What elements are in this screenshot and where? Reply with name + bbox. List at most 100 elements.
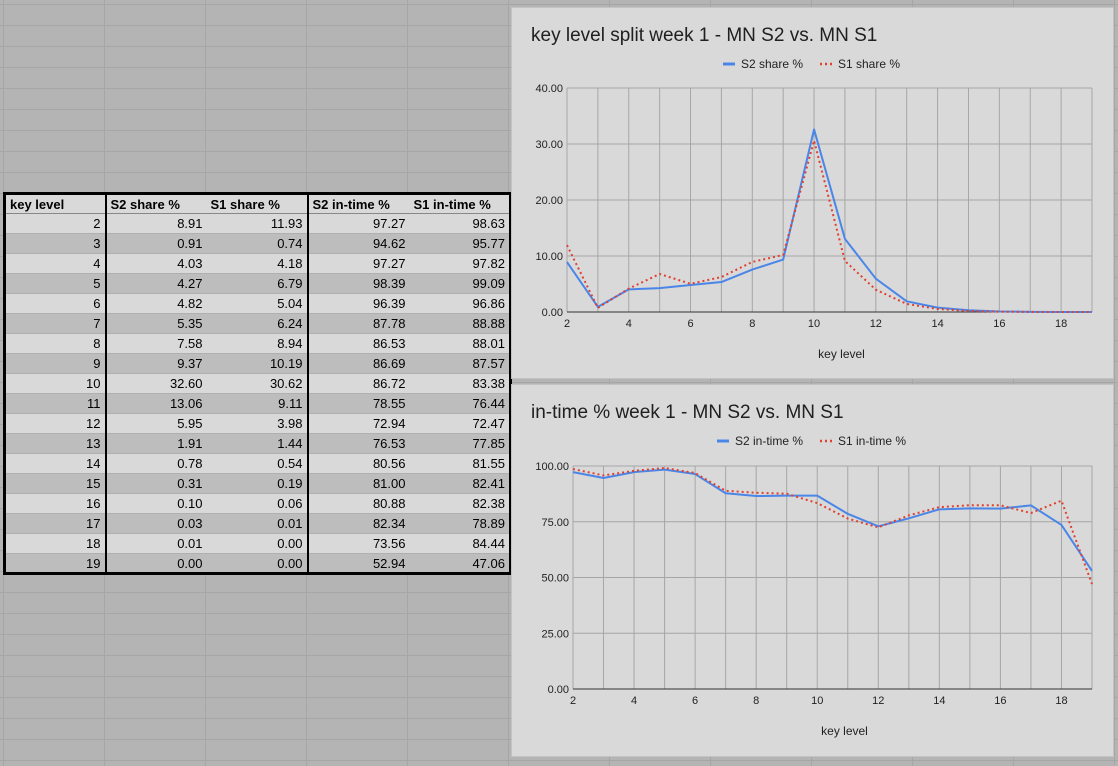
cell-s2-share[interactable]: 0.10 <box>104 493 207 514</box>
cell-s1-in-time[interactable]: 96.86 <box>409 293 511 314</box>
cell-s1-in-time[interactable]: 87.57 <box>409 353 511 374</box>
header-s1-share[interactable]: S1 share % <box>206 193 308 214</box>
cell-key-level[interactable]: 11 <box>4 393 106 414</box>
series-line-s1[interactable] <box>566 139 1092 313</box>
cell-key-level[interactable]: 18 <box>4 533 106 554</box>
cell-s2-in-time[interactable]: 52.94 <box>306 553 410 574</box>
cell-s1-share[interactable]: 8.94 <box>206 333 308 354</box>
cell-s2-share[interactable]: 0.01 <box>104 533 207 554</box>
cell-key-level[interactable]: 13 <box>4 433 106 454</box>
cell-s2-share[interactable]: 7.58 <box>104 333 207 354</box>
cell-s2-in-time[interactable]: 98.39 <box>306 273 410 294</box>
cell-s2-in-time[interactable]: 86.53 <box>306 333 410 354</box>
cell-s2-in-time[interactable]: 86.72 <box>306 373 410 394</box>
cell-s1-share[interactable]: 6.79 <box>206 273 308 294</box>
cell-s2-in-time[interactable]: 96.39 <box>306 293 410 314</box>
legend-label[interactable]: S2 share % <box>741 57 803 71</box>
share-chart[interactable]: key level split week 1 - MN S2 vs. MN S1… <box>511 7 1114 379</box>
cell-key-level[interactable]: 2 <box>4 213 106 234</box>
cell-s1-share[interactable]: 0.00 <box>206 533 308 554</box>
cell-key-level[interactable]: 16 <box>4 493 106 514</box>
cell-key-level[interactable]: 12 <box>4 413 106 434</box>
cell-s2-share[interactable]: 4.27 <box>104 273 207 294</box>
cell-key-level[interactable]: 7 <box>4 313 106 334</box>
cell-s2-in-time[interactable]: 97.27 <box>306 213 410 234</box>
in-time-chart[interactable]: in-time % week 1 - MN S2 vs. MN S1 0.00 2… <box>511 384 1114 757</box>
cell-s2-in-time[interactable]: 76.53 <box>306 433 410 454</box>
cell-s1-in-time[interactable]: 72.47 <box>409 413 511 434</box>
cell-s2-in-time[interactable]: 80.56 <box>306 453 410 474</box>
header-s1-in-time[interactable]: S1 in-time % <box>409 193 511 214</box>
cell-s2-share[interactable]: 0.78 <box>104 453 207 474</box>
cell-s1-share[interactable]: 11.93 <box>206 213 308 234</box>
cell-s1-share[interactable]: 0.19 <box>206 473 308 494</box>
cell-s1-share[interactable]: 4.18 <box>206 253 308 274</box>
header-s2-share[interactable]: S2 share % <box>104 193 207 214</box>
cell-s2-in-time[interactable]: 94.62 <box>306 233 410 254</box>
cell-s1-in-time[interactable]: 82.41 <box>409 473 511 494</box>
legend-label[interactable]: S1 share % <box>838 57 900 71</box>
cell-s1-in-time[interactable]: 88.01 <box>409 333 511 354</box>
cell-s1-in-time[interactable]: 95.77 <box>409 233 511 254</box>
cell-s2-share[interactable]: 13.06 <box>104 393 207 414</box>
cell-s1-in-time[interactable]: 84.44 <box>409 533 511 554</box>
cell-s1-in-time[interactable]: 98.63 <box>409 213 511 234</box>
cell-s1-share[interactable]: 3.98 <box>206 413 308 434</box>
cell-s1-in-time[interactable]: 83.38 <box>409 373 511 394</box>
cell-key-level[interactable]: 3 <box>4 233 106 254</box>
cell-s1-share[interactable]: 0.74 <box>206 233 308 254</box>
cell-s1-share[interactable]: 0.00 <box>206 553 308 574</box>
cell-key-level[interactable]: 10 <box>4 373 106 394</box>
cell-s2-in-time[interactable]: 80.88 <box>306 493 410 514</box>
cell-s1-in-time[interactable]: 76.44 <box>409 393 511 414</box>
cell-s1-share[interactable]: 0.06 <box>206 493 308 514</box>
cell-key-level[interactable]: 17 <box>4 513 106 534</box>
cell-s2-in-time[interactable]: 86.69 <box>306 353 410 374</box>
cell-s2-in-time[interactable]: 82.34 <box>306 513 410 534</box>
cell-key-level[interactable]: 15 <box>4 473 106 494</box>
cell-s1-share[interactable]: 6.24 <box>206 313 308 334</box>
cell-s1-share[interactable]: 0.54 <box>206 453 308 474</box>
cell-s1-in-time[interactable]: 82.38 <box>409 493 511 514</box>
cell-s2-share[interactable]: 0.00 <box>104 553 207 574</box>
cell-s1-in-time[interactable]: 47.06 <box>409 553 511 574</box>
cell-s2-in-time[interactable]: 73.56 <box>306 533 410 554</box>
cell-s2-share[interactable]: 5.95 <box>104 413 207 434</box>
cell-s1-share[interactable]: 0.01 <box>206 513 308 534</box>
cell-s2-share[interactable]: 4.82 <box>104 293 207 314</box>
cell-s1-share[interactable]: 5.04 <box>206 293 308 314</box>
cell-key-level[interactable]: 5 <box>4 273 106 294</box>
cell-s2-share[interactable]: 8.91 <box>104 213 207 234</box>
cell-s2-share[interactable]: 5.35 <box>104 313 207 334</box>
cell-s1-in-time[interactable]: 81.55 <box>409 453 511 474</box>
cell-s2-in-time[interactable]: 87.78 <box>306 313 410 334</box>
header-key-level[interactable]: key level <box>4 193 106 214</box>
cell-s2-in-time[interactable]: 72.94 <box>306 413 410 434</box>
cell-s1-share[interactable]: 9.11 <box>206 393 308 414</box>
cell-s1-in-time[interactable]: 77.85 <box>409 433 511 454</box>
cell-s2-share[interactable]: 0.31 <box>104 473 207 494</box>
cell-key-level[interactable]: 9 <box>4 353 106 374</box>
cell-s1-share[interactable]: 1.44 <box>206 433 308 454</box>
cell-key-level[interactable]: 4 <box>4 253 106 274</box>
cell-s2-in-time[interactable]: 97.27 <box>306 253 410 274</box>
header-s2-in-time[interactable]: S2 in-time % <box>306 193 410 214</box>
cell-key-level[interactable]: 6 <box>4 293 106 314</box>
cell-s2-in-time[interactable]: 78.55 <box>306 393 410 414</box>
series-line-s2[interactable] <box>572 468 1093 572</box>
legend-label[interactable]: S1 in-time % <box>838 434 906 448</box>
cell-s1-in-time[interactable]: 88.88 <box>409 313 511 334</box>
series-line-s1[interactable] <box>572 467 1093 585</box>
cell-s2-share[interactable]: 0.03 <box>104 513 207 534</box>
cell-key-level[interactable]: 19 <box>4 553 106 574</box>
cell-s2-share[interactable]: 1.91 <box>104 433 207 454</box>
cell-s1-in-time[interactable]: 97.82 <box>409 253 511 274</box>
series-line-s2[interactable] <box>566 128 1093 313</box>
cell-s2-share[interactable]: 0.91 <box>104 233 207 254</box>
cell-s2-in-time[interactable]: 81.00 <box>306 473 410 494</box>
cell-s1-in-time[interactable]: 78.89 <box>409 513 511 534</box>
cell-key-level[interactable]: 8 <box>4 333 106 354</box>
cell-s2-share[interactable]: 32.60 <box>104 373 207 394</box>
cell-s1-share[interactable]: 30.62 <box>206 373 308 394</box>
legend-label[interactable]: S2 in-time % <box>735 434 803 448</box>
